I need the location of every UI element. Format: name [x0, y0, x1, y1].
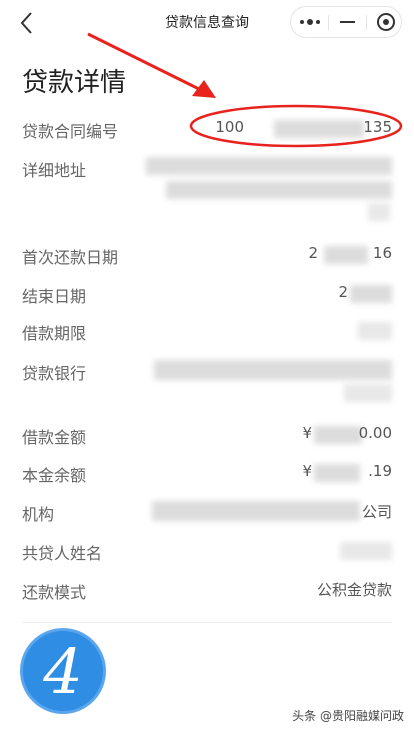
end-date-prefix: 2	[338, 283, 348, 301]
first-repay-date-suffix: 16	[372, 244, 392, 262]
step-number: 4	[43, 634, 83, 708]
page-title: 贷款详情	[22, 68, 127, 98]
address-row: 详细地址	[22, 157, 392, 227]
loan-amount-suffix: 0.00	[358, 424, 392, 442]
first-repay-date-label: 首次还款日期	[22, 248, 119, 267]
first-repay-date-row: 首次还款日期 2 16	[22, 244, 392, 268]
co-borrower-row: 共贷人姓名	[22, 540, 392, 564]
institution-suffix: 公司	[361, 503, 392, 521]
principal-balance-suffix: .19	[368, 462, 392, 480]
loan-term-row: 借款期限	[22, 320, 392, 344]
end-date-redaction	[350, 285, 392, 303]
divider	[22, 622, 392, 623]
loan-amount-redaction	[314, 426, 362, 444]
address-label: 详细地址	[22, 161, 87, 180]
lending-bank-redaction	[154, 360, 392, 380]
repay-mode-label: 还款模式	[22, 583, 87, 602]
loan-amount-label: 借款金额	[22, 428, 87, 447]
contract-number-row: 贷款合同编号 100 135	[22, 118, 392, 142]
co-borrower-redaction	[340, 542, 392, 560]
contract-number-suffix: 135	[363, 118, 392, 136]
lending-bank-row: 贷款银行	[22, 360, 392, 406]
loan-amount-row: 借款金额 ¥ 0.00	[22, 424, 392, 448]
address-redaction	[146, 157, 392, 175]
address-redaction	[368, 203, 390, 221]
first-repay-date-redaction	[324, 246, 368, 264]
target-circle-icon[interactable]	[367, 7, 404, 37]
loan-term-label: 借款期限	[22, 324, 87, 343]
more-dots-icon[interactable]	[291, 7, 328, 37]
mini-program-capsule	[290, 6, 402, 38]
principal-balance-label: 本金余额	[22, 466, 87, 485]
contract-number-redaction	[274, 120, 364, 138]
institution-redaction	[152, 501, 360, 521]
end-date-row: 结束日期 2	[22, 283, 392, 307]
repay-mode-row: 还款模式 公积金贷款	[22, 579, 392, 603]
first-repay-date-prefix: 2	[308, 244, 318, 262]
repay-mode-value: 公积金贷款	[316, 581, 392, 599]
loan-term-redaction	[358, 322, 392, 340]
address-redaction	[166, 181, 392, 199]
annotation-arrow-head	[192, 80, 216, 98]
institution-label: 机构	[22, 505, 55, 524]
end-date-label: 结束日期	[22, 287, 87, 306]
principal-balance-redaction	[314, 464, 360, 482]
minus-icon[interactable]	[329, 7, 366, 37]
lending-bank-label: 贷款银行	[22, 364, 87, 383]
navigation-bar: 贷款信息查询	[0, 0, 414, 44]
co-borrower-label: 共贷人姓名	[22, 544, 103, 563]
step-number-badge: 4	[20, 628, 106, 714]
watermark: 头条 @贵阳融媒问政	[292, 709, 404, 723]
contract-number-prefix: 100	[215, 118, 244, 136]
principal-balance-prefix: ¥	[302, 462, 312, 480]
institution-row: 机构 公司	[22, 501, 392, 525]
contract-number-label: 贷款合同编号	[22, 122, 119, 141]
lending-bank-redaction	[344, 384, 392, 402]
principal-balance-row: 本金余额 ¥ .19	[22, 462, 392, 486]
loan-amount-prefix: ¥	[302, 424, 312, 442]
